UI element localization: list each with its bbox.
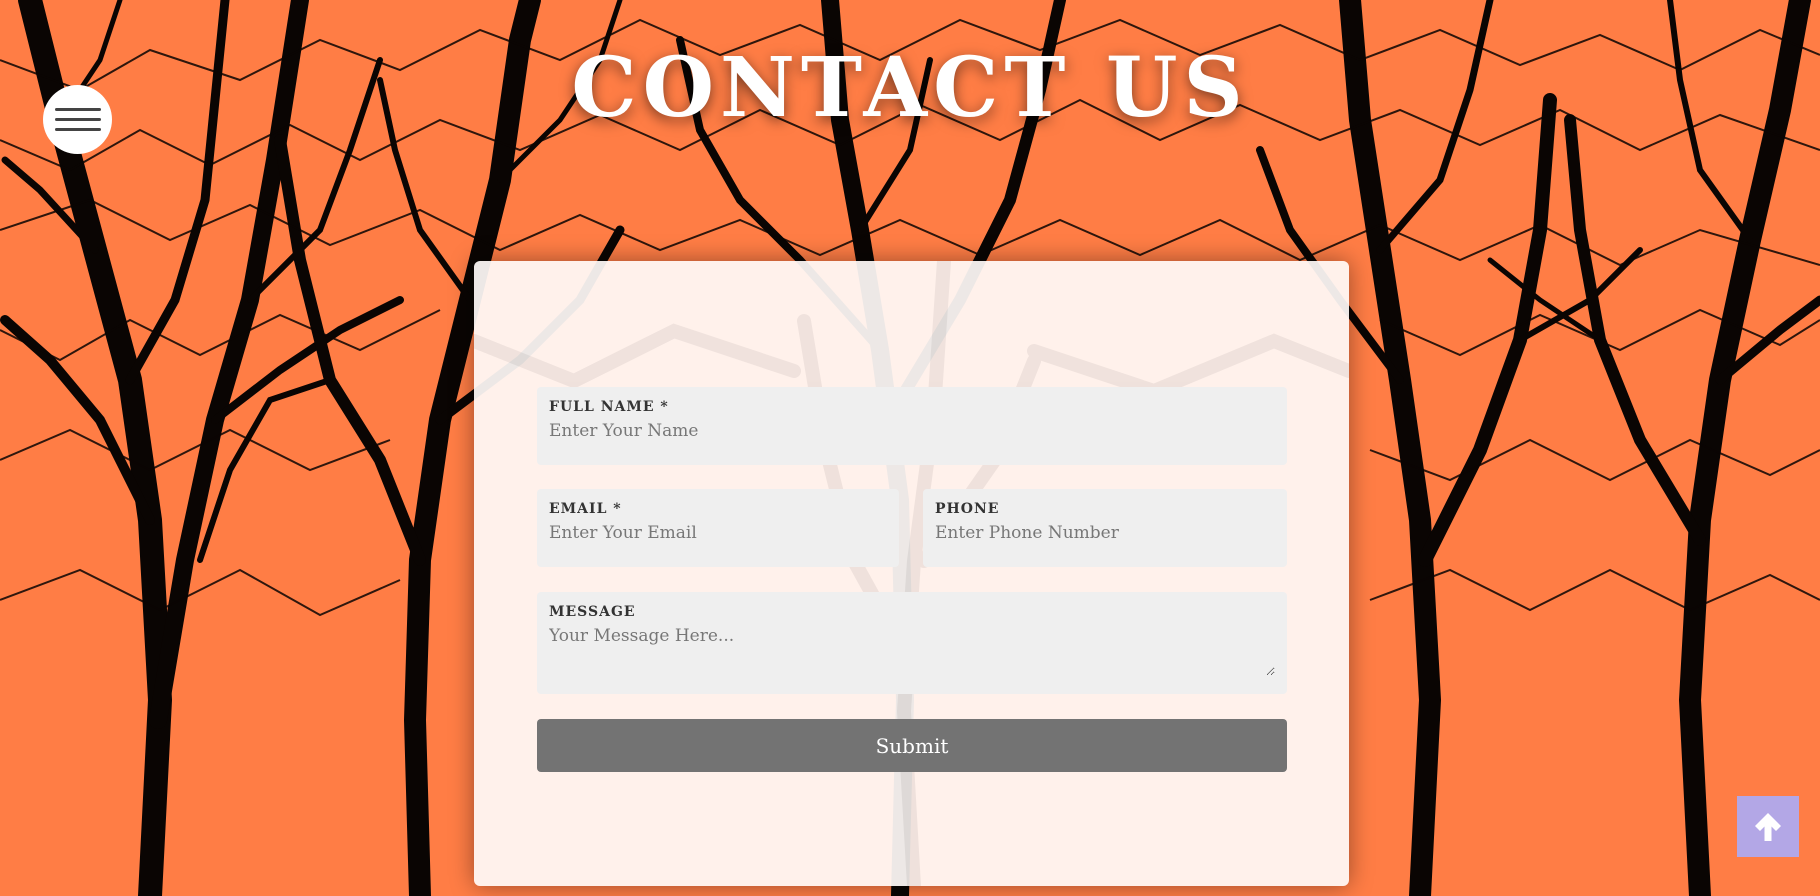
hamburger-menu-icon: [54, 108, 101, 111]
scroll-to-top-button[interactable]: [1737, 796, 1799, 857]
full-name-field: FULL NAME *: [537, 387, 1287, 465]
message-label: MESSAGE: [549, 604, 636, 620]
phone-input[interactable]: [935, 523, 1275, 543]
email-input[interactable]: [549, 523, 887, 543]
message-field: MESSAGE: [537, 592, 1287, 694]
card-tree-watermark: [474, 261, 1349, 886]
arrow-up-icon: [1755, 812, 1781, 841]
full-name-label: FULL NAME *: [549, 399, 669, 415]
submit-button[interactable]: Submit: [537, 719, 1287, 772]
message-textarea[interactable]: [549, 626, 1275, 676]
hamburger-menu-button[interactable]: [43, 85, 112, 154]
contact-page: CONTACT US FULL NAME * EMAIL * PHONE: [0, 0, 1820, 896]
phone-label: PHONE: [935, 501, 1000, 517]
email-field: EMAIL *: [537, 489, 899, 567]
phone-field: PHONE: [923, 489, 1287, 567]
page-title: CONTACT US: [571, 40, 1249, 136]
hamburger-menu-icon-bar: [54, 118, 101, 121]
email-label: EMAIL *: [549, 501, 622, 517]
contact-form: FULL NAME * EMAIL * PHONE MESSAGE Submit: [474, 261, 1349, 886]
hamburger-menu-icon-bar: [54, 128, 101, 131]
full-name-input[interactable]: [549, 421, 1275, 441]
